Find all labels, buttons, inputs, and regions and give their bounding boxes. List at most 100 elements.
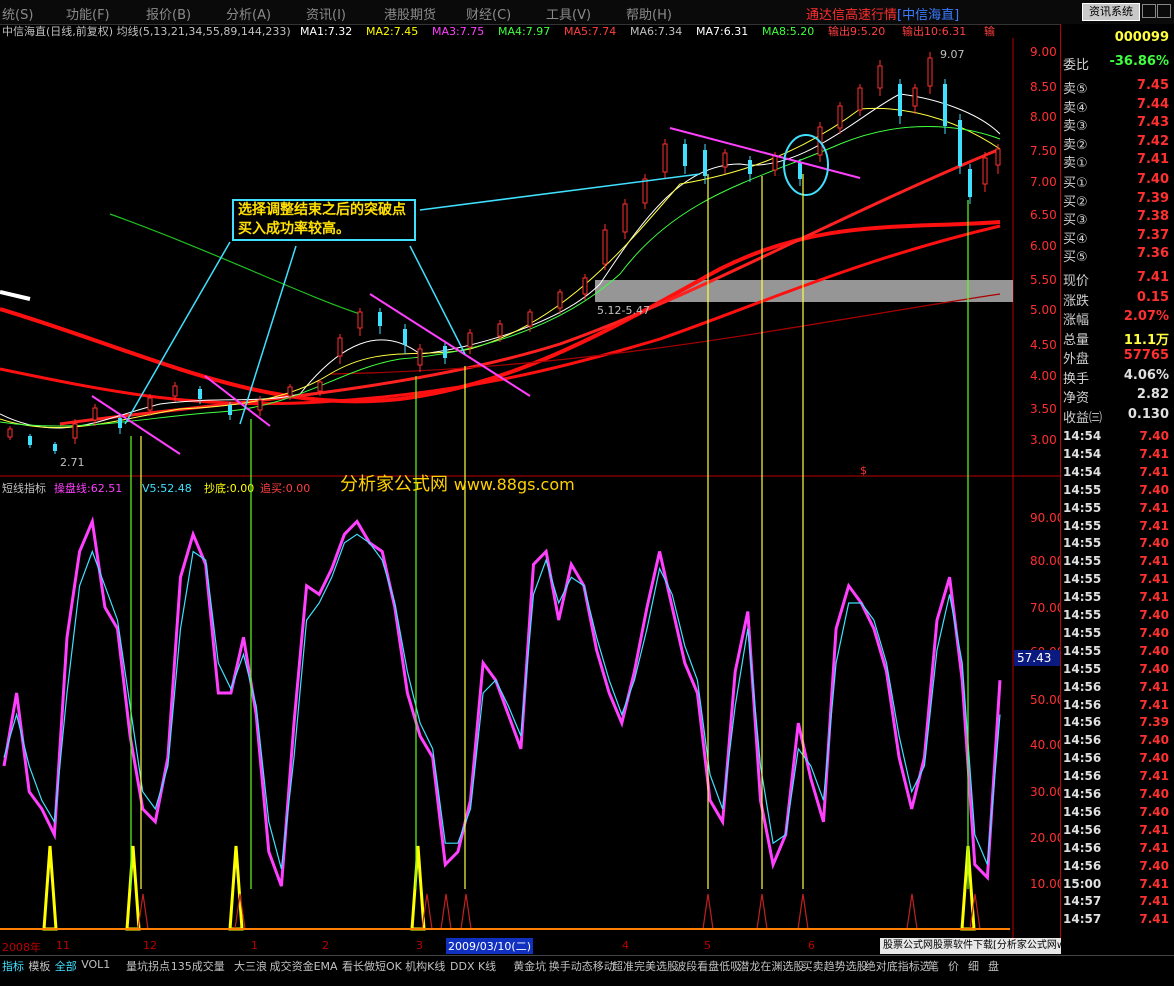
tick-price: 7.40	[1139, 536, 1169, 551]
sell-level[interactable]: 卖⑤ 7.45	[1063, 78, 1171, 97]
menu-item-finance[interactable]: 财经(C)	[466, 4, 511, 23]
tab-4[interactable]: 量坑拐点	[126, 958, 170, 974]
svg-text:40.00: 40.00	[1030, 738, 1060, 752]
output9-label: 输出9:5.20	[828, 24, 885, 38]
tab-15[interactable]: 潜龙在渊选股	[738, 958, 804, 974]
watermark: 分析家公式网 www.88gs.com	[340, 474, 575, 495]
sell-level[interactable]: 卖② 7.42	[1063, 133, 1171, 153]
tab-5[interactable]: 135成交量	[171, 958, 225, 974]
stock-code-row: 000099	[1063, 30, 1171, 48]
tick-row: 14:56 7.39	[1063, 714, 1171, 732]
tab-0[interactable]: 指标	[2, 958, 24, 974]
menu-item-info[interactable]: 资讯(I)	[306, 4, 346, 23]
ma-dark-red	[329, 293, 1001, 375]
tick-row: 14:56 7.40	[1063, 858, 1171, 876]
stat-row: 收益㈢ 0.130	[1063, 407, 1171, 426]
tab-8[interactable]: 看长做短OK	[342, 958, 402, 974]
tick-price: 7.40	[1139, 751, 1169, 766]
sell-level[interactable]: 卖③ 7.43	[1063, 115, 1171, 134]
tick-time: 14:56	[1063, 697, 1102, 712]
svg-text:4.50: 4.50	[1030, 338, 1057, 352]
buy-level[interactable]: 买③ 7.38	[1063, 209, 1171, 228]
tick-time: 14:56	[1063, 733, 1102, 748]
stat-row: 涨幅 2.07%	[1063, 309, 1171, 328]
tab-3[interactable]: VOL1	[81, 958, 110, 971]
stat-row: 换手 4.06%	[1063, 368, 1171, 387]
tick-row: 14:56 7.40	[1063, 804, 1171, 822]
menu-item-function[interactable]: 功能(F)	[66, 4, 110, 23]
tick-price: 7.40	[1139, 608, 1169, 622]
tab-12[interactable]: 换手动态移动	[549, 958, 615, 974]
tick-price: 7.41	[1139, 769, 1169, 784]
close-icon[interactable]	[1157, 4, 1171, 18]
svg-text:90.00: 90.00	[1030, 511, 1060, 525]
tab-17[interactable]: 绝对底指标选	[865, 958, 931, 974]
chart-area[interactable]: 中信海直(日线,前复权) 均线(5,13,21,34,55,89,144,233…	[0, 24, 1061, 954]
tick-price: 7.41	[1139, 554, 1169, 569]
buy-level[interactable]: 买① 7.40	[1063, 172, 1171, 191]
buy-level[interactable]: 买② 7.39	[1063, 191, 1171, 210]
minimize-icon[interactable]	[1142, 4, 1156, 18]
buy-level-label: 买④	[1063, 231, 1088, 247]
tab-11[interactable]: 黄金坑	[513, 958, 546, 974]
tick-price: 7.40	[1139, 661, 1169, 676]
ma-long-red-1	[0, 220, 1001, 404]
weibi-row: 委比 -36.86%	[1063, 54, 1169, 73]
stat-row-label: 换手	[1063, 371, 1090, 387]
tick-price: 7.40	[1139, 804, 1169, 819]
info-system-button[interactable]: 资讯系统	[1082, 3, 1140, 21]
tick-row: 14:55 7.40	[1063, 482, 1171, 500]
candlesticks	[7, 52, 1001, 454]
menu-item-quote[interactable]: 报价(B)	[146, 4, 191, 23]
tab-9[interactable]: 机构K线	[405, 958, 445, 974]
breakout-circle	[783, 134, 829, 196]
tab-20[interactable]: 细	[968, 958, 979, 974]
svg-text:80.00: 80.00	[1030, 554, 1060, 568]
bottom-signal-spike	[125, 845, 141, 931]
tab-13[interactable]: 超准完美选股	[612, 958, 678, 974]
tick-time: 14:56	[1063, 751, 1102, 766]
tick-time: 14:55	[1063, 661, 1102, 676]
tab-18[interactable]: 笔	[928, 958, 939, 974]
tab-19[interactable]: 价	[948, 958, 959, 974]
sell-level[interactable]: 卖④ 7.44	[1063, 97, 1171, 116]
tick-row: 14:54 7.41	[1063, 446, 1171, 464]
svg-text:7.00: 7.00	[1030, 175, 1057, 189]
tab-21[interactable]: 盘	[988, 958, 999, 974]
indicator-axis: 90.00 80.00 70.00 60.00 50.00 40.00 30.0…	[1030, 511, 1060, 891]
menu-item-help[interactable]: 帮助(H)	[626, 4, 672, 23]
sell-level-value: 7.45	[1136, 78, 1169, 93]
tick-price: 7.40	[1139, 625, 1169, 640]
menu-item-hk-futures[interactable]: 港股期货	[384, 4, 436, 23]
tick-time: 14:55	[1063, 572, 1102, 587]
tick-row: 14:56 7.40	[1063, 732, 1171, 750]
svg-text:4.00: 4.00	[1030, 369, 1057, 383]
tick-price: 7.41	[1139, 446, 1169, 461]
sell-level-value: 7.42	[1136, 133, 1169, 149]
sell-level[interactable]: 卖① 7.41	[1063, 152, 1171, 171]
tick-time: 14:55	[1063, 625, 1102, 640]
tab-2[interactable]: 全部	[55, 958, 77, 974]
stat-row: 外盘 57765	[1063, 348, 1171, 367]
menu-item-analysis[interactable]: 分析(A)	[226, 4, 271, 23]
tab-6[interactable]: 大三浪	[234, 958, 267, 974]
tab-1[interactable]: 模板	[28, 958, 50, 974]
tick-time: 14:55	[1063, 500, 1102, 515]
tick-time: 14:55	[1063, 554, 1102, 569]
menu-item-tools[interactable]: 工具(V)	[546, 4, 591, 23]
tick-price: 7.41	[1139, 590, 1169, 605]
svg-text:50.00: 50.00	[1030, 693, 1060, 707]
stat-row-value: 2.07%	[1123, 309, 1169, 324]
buy-level[interactable]: 买⑤ 7.36	[1063, 246, 1171, 265]
menu-item-system[interactable]: 统(S)	[2, 4, 33, 23]
buy-level[interactable]: 买④ 7.37	[1063, 228, 1171, 247]
tab-7[interactable]: 成交资金EMA	[270, 958, 338, 974]
sell-level-value: 7.43	[1136, 115, 1169, 130]
tick-time: 14:56	[1063, 822, 1102, 837]
buy-level-label: 买①	[1063, 176, 1088, 191]
svg-text:20.00: 20.00	[1030, 831, 1060, 845]
tab-14[interactable]: 波段看盘低吸	[675, 958, 741, 974]
tab-10[interactable]: DDX K线	[450, 958, 496, 974]
tick-price: 7.40	[1139, 858, 1169, 873]
tab-16[interactable]: 买卖趋势选股	[802, 958, 868, 974]
